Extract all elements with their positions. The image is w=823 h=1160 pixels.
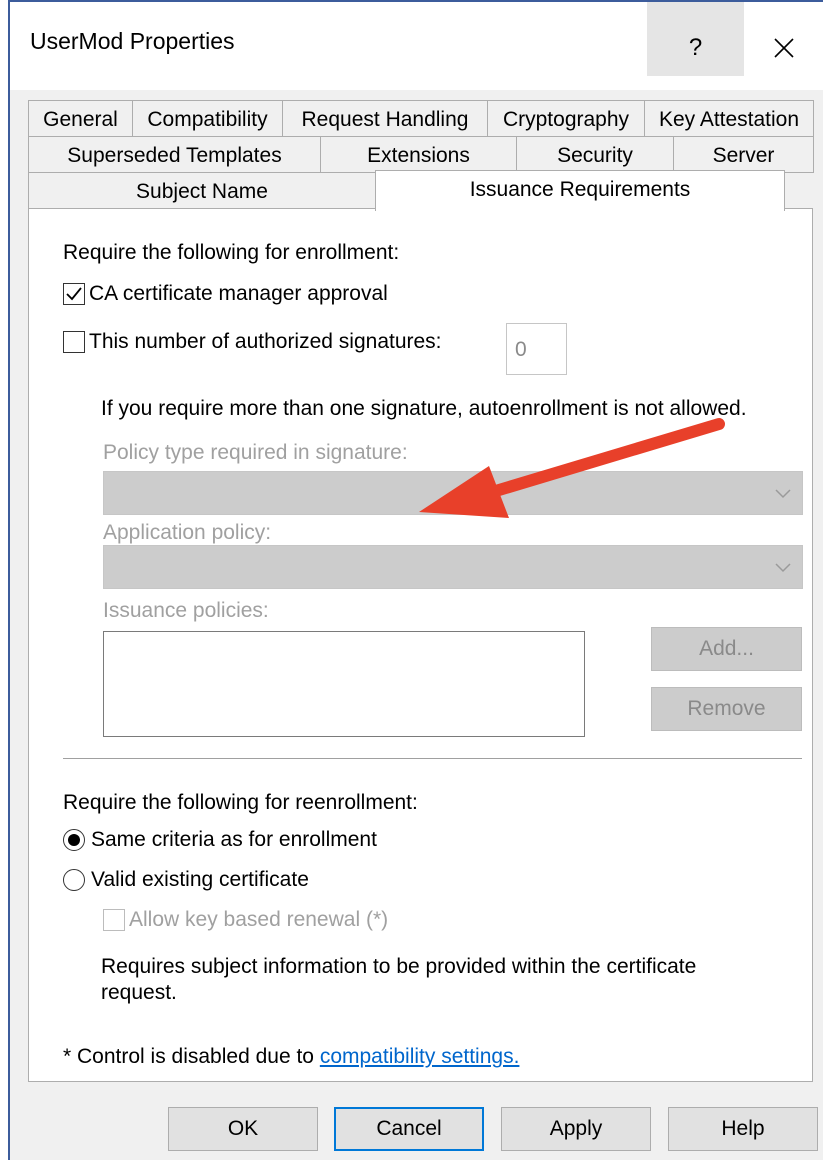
cancel-button[interactable]: Cancel: [334, 1107, 484, 1151]
application-policy-label: Application policy:: [103, 521, 272, 544]
remove-policy-button[interactable]: Remove: [651, 687, 802, 731]
requires-note-line1: Requires subject information to be provi…: [101, 955, 697, 978]
close-icon: [773, 38, 794, 58]
properties-dialog: UserMod Properties ? General Compatibili…: [8, 0, 823, 1160]
close-button[interactable]: [744, 2, 823, 76]
tab-compatibility[interactable]: Compatibility: [132, 100, 283, 137]
footnote-text: * Control is disabled due to: [63, 1045, 320, 1068]
same-criteria-label[interactable]: Same criteria as for enrollment: [91, 828, 377, 852]
tab-subject-name[interactable]: Subject Name: [28, 172, 376, 209]
checkmark-icon: [66, 287, 82, 301]
signatures-count-input[interactable]: 0: [506, 323, 567, 375]
ok-button[interactable]: OK: [168, 1107, 318, 1151]
issuance-policies-label: Issuance policies:: [103, 599, 269, 622]
enrollment-heading: Require the following for enrollment:: [63, 241, 400, 264]
compatibility-settings-link[interactable]: compatibility settings.: [320, 1045, 520, 1068]
authorized-signatures-checkbox[interactable]: [63, 331, 85, 353]
policy-type-label: Policy type required in signature:: [103, 441, 408, 464]
tab-superseded-templates[interactable]: Superseded Templates: [28, 136, 321, 173]
help-title-button[interactable]: ?: [647, 2, 744, 76]
help-button[interactable]: Help: [668, 1107, 818, 1151]
add-policy-button[interactable]: Add...: [651, 627, 802, 671]
footnote: * Control is disabled due to compatibili…: [63, 1045, 519, 1069]
issuance-policies-list[interactable]: [103, 631, 585, 737]
application-policy-select[interactable]: [103, 545, 803, 589]
tab-cryptography[interactable]: Cryptography: [487, 100, 645, 137]
reenrollment-heading: Require the following for reenrollment:: [63, 791, 418, 814]
tab-extensions[interactable]: Extensions: [320, 136, 517, 173]
authorized-signatures-label[interactable]: This number of authorized signatures:: [89, 330, 442, 354]
annotation-arrow-icon: [419, 418, 725, 518]
window-title: UserMod Properties: [30, 28, 235, 54]
allow-key-renewal-checkbox[interactable]: [103, 909, 125, 931]
help-icon: ?: [688, 34, 703, 61]
radio-selected-dot: [68, 834, 80, 846]
valid-certificate-radio[interactable]: [63, 869, 85, 891]
ca-approval-checkbox[interactable]: [63, 283, 85, 305]
tab-key-attestation[interactable]: Key Attestation: [644, 100, 814, 137]
tab-server[interactable]: Server: [673, 136, 814, 173]
requires-note-line2: request.: [101, 981, 177, 1004]
title-bar: UserMod Properties ?: [10, 2, 823, 90]
tab-security[interactable]: Security: [516, 136, 674, 173]
tab-issuance-requirements[interactable]: Issuance Requirements: [375, 170, 785, 211]
ca-approval-label[interactable]: CA certificate manager approval: [89, 282, 388, 306]
same-criteria-radio[interactable]: [63, 829, 85, 851]
apply-button[interactable]: Apply: [501, 1107, 651, 1151]
chevron-down-icon: [775, 489, 791, 499]
tab-request-handling[interactable]: Request Handling: [282, 100, 488, 137]
allow-key-renewal-label[interactable]: Allow key based renewal (*): [129, 908, 388, 932]
tab-general[interactable]: General: [28, 100, 133, 137]
chevron-down-icon: [775, 563, 791, 573]
section-divider: [63, 758, 802, 759]
issuance-requirements-panel: Require the following for enrollment: CA…: [28, 208, 813, 1082]
tab-strip: General Compatibility Request Handling C…: [10, 90, 823, 211]
valid-certificate-label[interactable]: Valid existing certificate: [91, 868, 309, 892]
